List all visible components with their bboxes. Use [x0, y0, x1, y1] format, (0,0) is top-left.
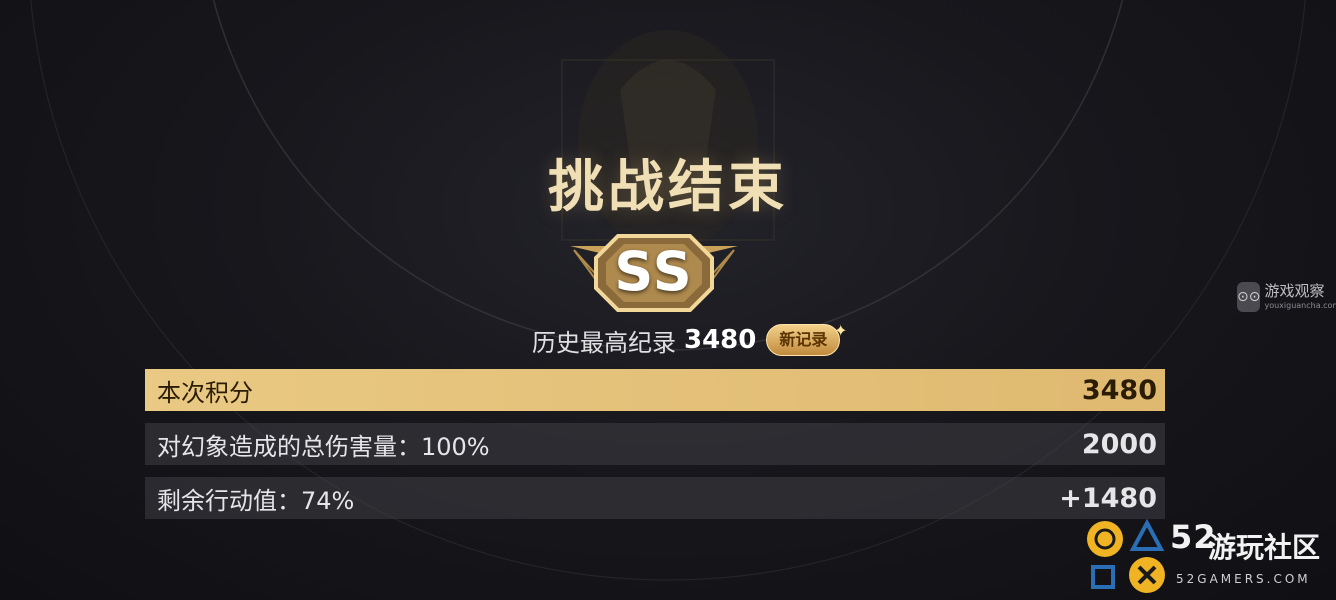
score-row-value: +1480: [1059, 482, 1157, 514]
score-row-value: 3480: [1081, 374, 1157, 406]
site-watermark: ⊙⊙ 游戏观察 youxiguancha.com: [1237, 282, 1336, 312]
record-value: 3480: [684, 325, 757, 355]
score-row-label: 剩余行动值：74%: [157, 486, 355, 515]
new-record-badge: 新记录 ✦: [766, 321, 847, 356]
score-row-total: 本次积分 3480: [145, 369, 1165, 411]
score-row-label: 对幻象造成的总伤害量：100%: [157, 432, 490, 461]
site-watermark-url: youxiguancha.com: [1264, 301, 1336, 310]
page-title: 挑战结束: [548, 155, 788, 220]
grade-text: SS: [614, 240, 694, 303]
binoculars-icon: ⊙⊙: [1237, 282, 1261, 312]
watermark-name: 游玩社区: [1208, 531, 1321, 564]
new-record-label: 新记录: [779, 330, 828, 349]
sparkle-icon: ✦: [833, 321, 848, 340]
score-row-damage: 对幻象造成的总伤害量：100% 2000: [145, 423, 1165, 465]
score-row-label: 本次积分: [157, 378, 253, 407]
site-watermark-title: 游戏观察: [1264, 282, 1325, 300]
watermark-domain: 52GAMERS.COM: [1176, 572, 1311, 586]
grade-badge: SS: [568, 228, 740, 318]
score-row-value: 2000: [1081, 428, 1157, 460]
record-label: 历史最高纪录: [532, 328, 676, 357]
score-row-action: 剩余行动值：74% +1480: [145, 477, 1165, 519]
high-score-record: 历史最高纪录 3480 新记录 ✦: [532, 321, 847, 358]
